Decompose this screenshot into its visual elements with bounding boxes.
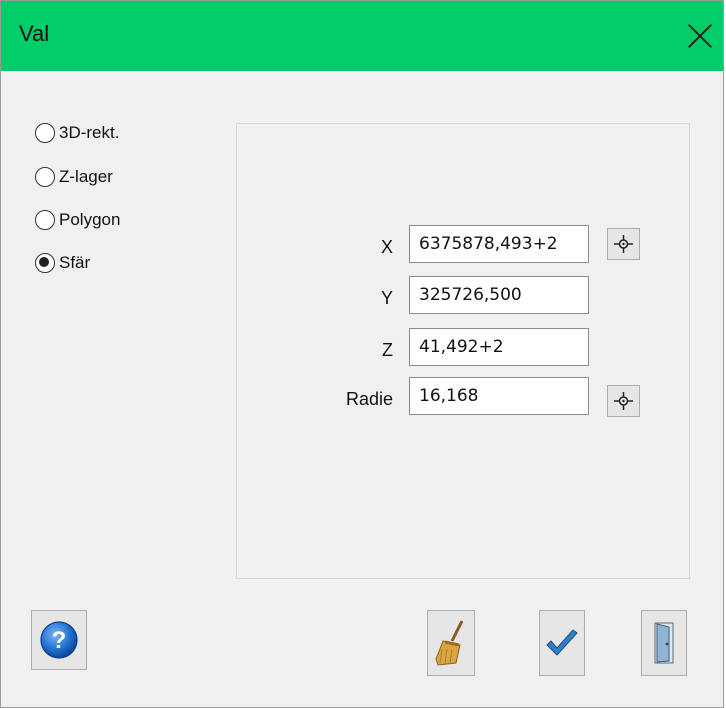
title-bar[interactable]: Val [1, 1, 723, 71]
radio-label: Z-lager [59, 167, 113, 186]
radio-polygon[interactable]: Polygon [35, 210, 120, 230]
radio-z-layer[interactable]: Z-lager [35, 167, 113, 187]
radio-circle[interactable] [35, 210, 55, 230]
radio-label: Sfär [59, 253, 91, 272]
clear-button[interactable] [427, 610, 475, 676]
y-field[interactable]: 325726,500 [409, 276, 589, 314]
svg-text:?: ? [52, 627, 67, 654]
exit-button[interactable] [641, 610, 687, 676]
close-button[interactable] [683, 19, 717, 53]
door-icon [654, 622, 674, 664]
help-button[interactable]: ? [31, 610, 87, 670]
broom-icon [435, 620, 464, 666]
crosshair-icon [614, 392, 633, 410]
radio-sphere[interactable]: Sfär [35, 253, 90, 273]
crosshair-icon [614, 235, 633, 253]
x-field[interactable]: 6375878,493+2 [409, 225, 589, 263]
pick-x-button[interactable] [607, 228, 640, 260]
radio-label: 3D-rekt. [59, 123, 120, 142]
pick-radie-button[interactable] [607, 385, 640, 417]
radie-label: Radie [345, 389, 393, 409]
radio-circle[interactable] [35, 123, 55, 143]
ok-button[interactable] [539, 610, 585, 676]
radio-circle[interactable] [35, 167, 55, 187]
radio-label: Polygon [59, 210, 121, 229]
y-label: Y [380, 288, 393, 308]
z-field[interactable]: 41,492+2 [409, 328, 589, 366]
radio-circle-selected[interactable] [35, 253, 55, 273]
radie-field[interactable]: 16,168 [409, 377, 589, 415]
window-title: Val [19, 21, 50, 46]
question-mark-icon: ? [40, 621, 78, 659]
z-label: Z [382, 340, 393, 360]
x-label: X [380, 237, 393, 257]
checkmark-icon [546, 629, 578, 656]
selection-dialog: Val 3D-rekt. Z-lager Polygon Sfär X 6375… [0, 0, 724, 708]
radio-3d-rect[interactable]: 3D-rekt. [35, 123, 119, 143]
